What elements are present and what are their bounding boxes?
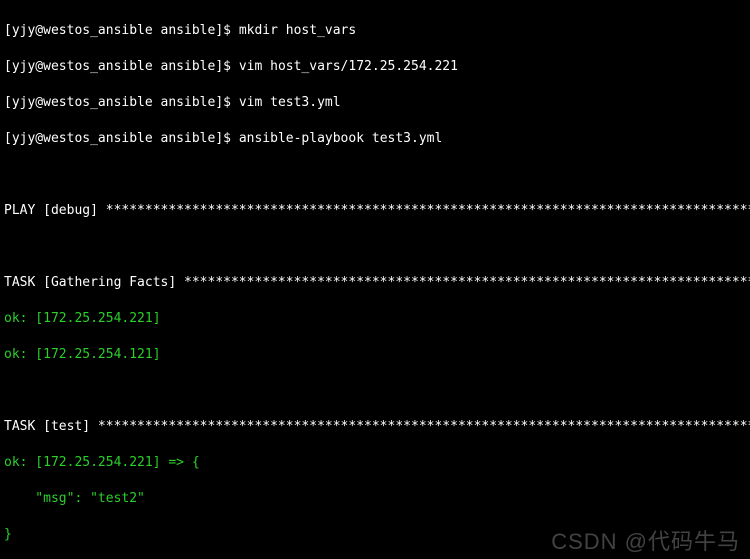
play-header-stars: ****************************************… [106,203,750,218]
command-ansible-playbook: ansible-playbook test3.yml [239,131,443,146]
ok-result-msg: "msg": "test2" [4,491,145,506]
terminal-output[interactable]: [yjy@westos_ansible ansible]$ mkdir host… [0,0,750,559]
shell-prompt: [yjy@westos_ansible ansible]$ [4,131,239,146]
ok-host-121: ok: [172.25.254.121] [4,347,161,362]
shell-prompt: [yjy@westos_ansible ansible]$ [4,23,239,38]
command-mkdir: mkdir host_vars [239,23,356,38]
shell-prompt: [yjy@westos_ansible ansible]$ [4,59,239,74]
task-test-header: TASK [test] [4,419,98,434]
command-vim-test3: vim test3.yml [239,95,341,110]
ok-result-close: } [4,527,12,542]
play-header: PLAY [debug] [4,203,106,218]
task-gathering-facts-stars: ****************************************… [184,275,750,290]
task-test-stars: ****************************************… [98,419,750,434]
shell-prompt: [yjy@westos_ansible ansible]$ [4,95,239,110]
command-vim-hostvars: vim host_vars/172.25.254.221 [239,59,458,74]
ok-host-221: ok: [172.25.254.221] [4,311,161,326]
task-gathering-facts-header: TASK [Gathering Facts] [4,275,184,290]
ok-result-open: ok: [172.25.254.221] => { [4,455,200,470]
